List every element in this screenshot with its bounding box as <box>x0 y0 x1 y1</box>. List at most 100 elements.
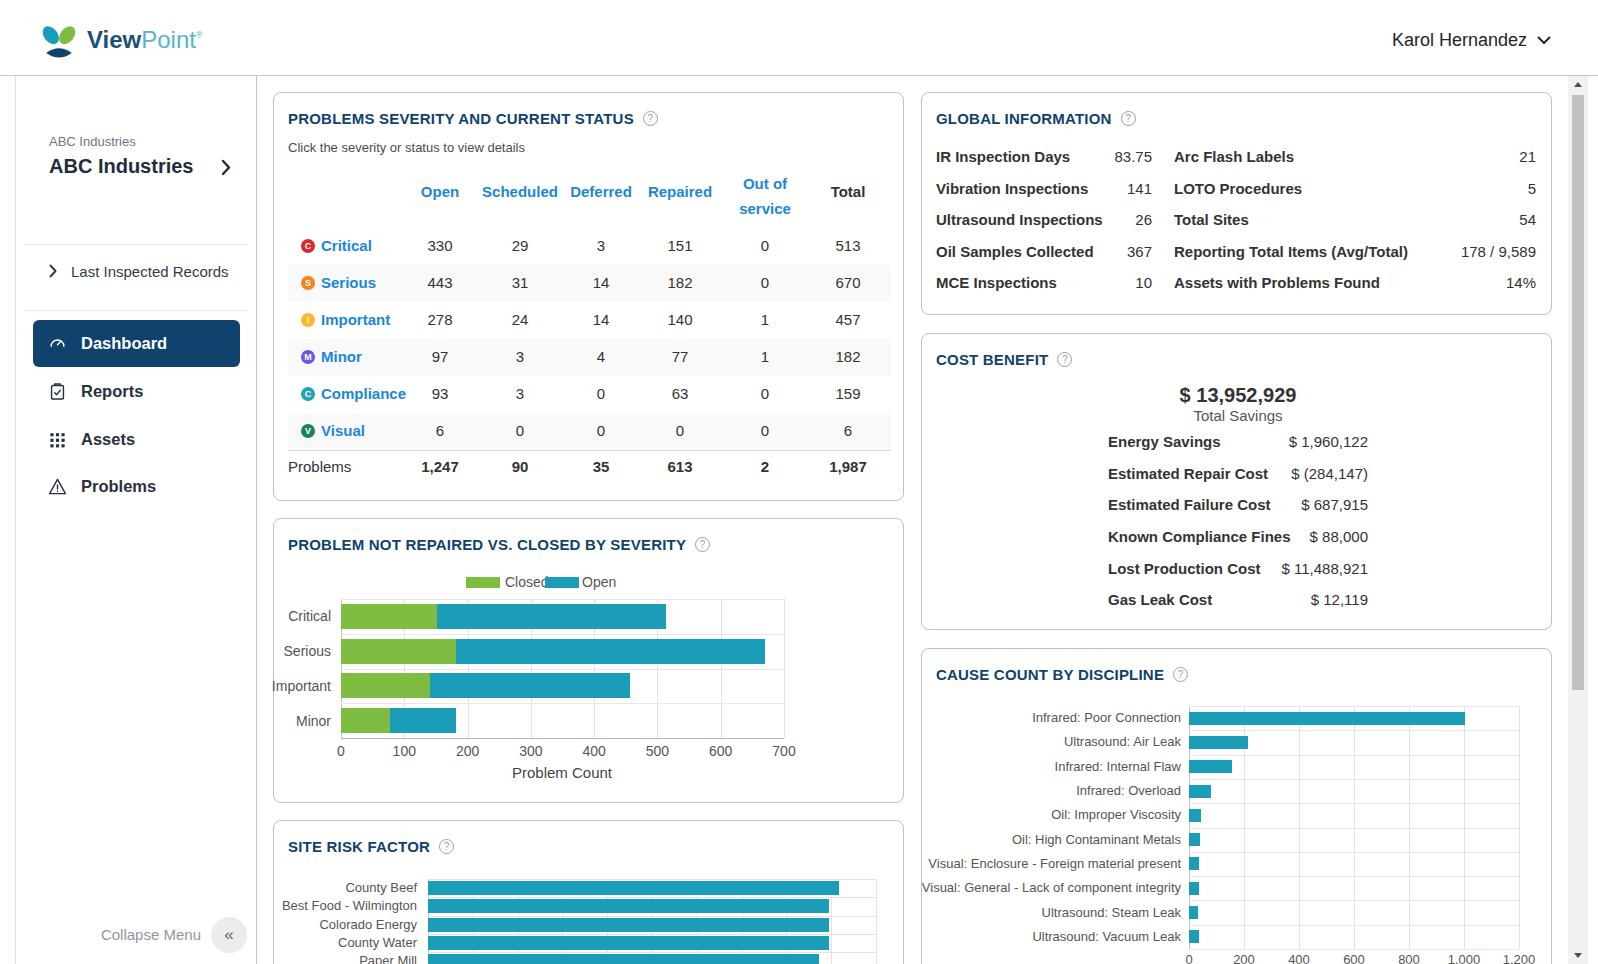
total-savings-value: $ 13,952,929 <box>1088 383 1388 407</box>
help-icon[interactable]: ? <box>1173 667 1188 682</box>
category-label: Ultrasound: Steam Leak <box>1042 905 1181 921</box>
company-selector[interactable]: ABC Industries <box>49 155 239 179</box>
bar-oil-improper-viscosity[interactable] <box>1189 809 1201 822</box>
cause-count-title: CAUSE COUNT BY DISCIPLINE <box>936 666 1164 683</box>
bar-colorado-energy[interactable] <box>428 918 829 932</box>
severity-label-critical[interactable]: Critical <box>321 237 372 255</box>
legend-swatch-open[interactable] <box>545 577 579 588</box>
severity-label-compliance[interactable]: Compliance <box>321 385 406 403</box>
category-label: Infrared: Overload <box>1076 783 1181 799</box>
bar-visual-enclosure-foreign-material-present[interactable] <box>1189 857 1199 870</box>
table-cell: 4 <box>556 348 646 366</box>
table-cell: 0 <box>720 274 810 292</box>
table-cell: 1 <box>720 311 810 329</box>
x-axis-title: Problem Count <box>502 764 622 781</box>
collapse-menu-button[interactable]: « <box>211 917 247 953</box>
bar-county-water[interactable] <box>428 936 829 950</box>
gridline-horizontal <box>428 879 876 880</box>
scrollbar-down-arrow[interactable] <box>1574 953 1582 958</box>
severity-label-serious[interactable]: Serious <box>321 274 376 292</box>
table-cell: 3 <box>475 385 565 403</box>
bar-oil-high-contaminant-metals[interactable] <box>1189 833 1200 846</box>
column-header-deferred[interactable]: Deferred <box>556 183 646 201</box>
x-tick-label: 1,000 <box>1434 952 1494 964</box>
bar-closed-serious[interactable] <box>341 639 456 664</box>
column-header-out-of-service[interactable]: Out of service <box>730 171 800 221</box>
site-risk-card: SITE RISK FACTOR ? County BeefBest Food … <box>273 820 904 964</box>
bar-ultrasound-steam-leak[interactable] <box>1189 906 1198 919</box>
bar-open-critical[interactable] <box>437 604 666 629</box>
bar-open-serious[interactable] <box>456 639 765 664</box>
bar-paper-mill[interactable] <box>428 954 819 964</box>
severity-label-minor[interactable]: Minor <box>321 348 362 366</box>
legend-swatch-closed[interactable] <box>466 577 500 588</box>
global-info-value: 83.75 <box>1114 148 1152 166</box>
table-cell: 0 <box>475 422 565 440</box>
gridline-horizontal <box>1189 876 1519 877</box>
bar-closed-important[interactable] <box>341 673 430 698</box>
bar-open-minor[interactable] <box>390 708 456 733</box>
cost-benefit-label: Energy Savings <box>1108 433 1221 451</box>
table-cell: 159 <box>803 385 893 403</box>
severity-label-visual[interactable]: Visual <box>321 422 365 440</box>
collapse-icon: « <box>224 925 233 945</box>
bar-closed-critical[interactable] <box>341 604 437 629</box>
table-cell: 6 <box>395 422 485 440</box>
gridline-horizontal <box>1189 730 1519 731</box>
column-header-open[interactable]: Open <box>395 183 485 201</box>
scrollbar[interactable] <box>1568 76 1588 964</box>
table-cell: 151 <box>635 237 725 255</box>
help-icon[interactable]: ? <box>643 111 658 126</box>
help-icon[interactable]: ? <box>1121 111 1136 126</box>
bar-ultrasound-air-leak[interactable] <box>1189 736 1248 749</box>
collapse-menu[interactable]: Collapse Menu « <box>16 917 257 953</box>
gridline-horizontal <box>428 916 876 917</box>
legend-label-open[interactable]: Open <box>582 574 616 590</box>
column-header-repaired[interactable]: Repaired <box>635 183 725 201</box>
help-icon[interactable]: ? <box>1057 352 1072 367</box>
gridline-vertical <box>876 879 877 964</box>
severity-badge-minor: M <box>301 350 315 364</box>
bar-open-important[interactable] <box>430 673 630 698</box>
gridline-horizontal <box>428 897 876 898</box>
scrollbar-up-arrow[interactable] <box>1574 82 1582 87</box>
severity-label-important[interactable]: Important <box>321 311 390 329</box>
help-icon[interactable]: ? <box>439 839 454 854</box>
cost-benefit-label: Estimated Repair Cost <box>1108 465 1268 483</box>
help-icon[interactable]: ? <box>695 537 710 552</box>
totals-cell: 1,987 <box>803 458 893 476</box>
category-label: Oil: High Contaminant Metals <box>1012 832 1181 848</box>
gridline-vertical <box>1519 706 1520 949</box>
bar-infrared-overload[interactable] <box>1189 785 1211 798</box>
gridline-horizontal <box>1189 949 1519 950</box>
sidebar-item-label: Dashboard <box>72 334 167 353</box>
global-info-label: LOTO Procedures <box>1174 180 1302 198</box>
table-cell: 513 <box>803 237 893 255</box>
gridline-horizontal <box>1189 852 1519 853</box>
global-info-value: 178 / 9,589 <box>1461 243 1536 261</box>
global-info-label: Reporting Total Items (Avg/Total) <box>1174 243 1408 261</box>
gridline-horizontal <box>1189 755 1519 756</box>
bar-ultrasound-vacuum-leak[interactable] <box>1189 930 1199 943</box>
user-name: Karol Hernandez <box>1392 30 1527 51</box>
user-menu[interactable]: Karol Hernandez <box>1392 28 1551 52</box>
scrollbar-thumb[interactable] <box>1572 95 1584 690</box>
sidebar-item-assets[interactable]: Assets <box>33 416 240 463</box>
bar-county-beef[interactable] <box>428 881 839 895</box>
last-inspected-records[interactable]: Last Inspected Records <box>49 262 229 280</box>
bar-visual-general-lack-of-component-integrity[interactable] <box>1189 882 1199 895</box>
table-cell: 278 <box>395 311 485 329</box>
sidebar-item-dashboard[interactable]: Dashboard <box>33 320 240 367</box>
legend-label-closed[interactable]: Closed <box>505 574 549 590</box>
totals-row-border <box>288 450 891 451</box>
table-cell: 14 <box>556 311 646 329</box>
cost-benefit-value: $ 88,000 <box>1310 528 1368 546</box>
column-header-scheduled[interactable]: Scheduled <box>475 183 565 201</box>
bar-infrared-poor-connection[interactable] <box>1189 712 1465 725</box>
sidebar-item-reports[interactable]: Reports <box>33 368 240 415</box>
sidebar-item-problems[interactable]: Problems <box>33 463 240 510</box>
bar-closed-minor[interactable] <box>341 708 390 733</box>
table-cell: 0 <box>720 237 810 255</box>
bar-best-food-wilmington[interactable] <box>428 899 829 913</box>
bar-infrared-internal-flaw[interactable] <box>1189 760 1232 773</box>
